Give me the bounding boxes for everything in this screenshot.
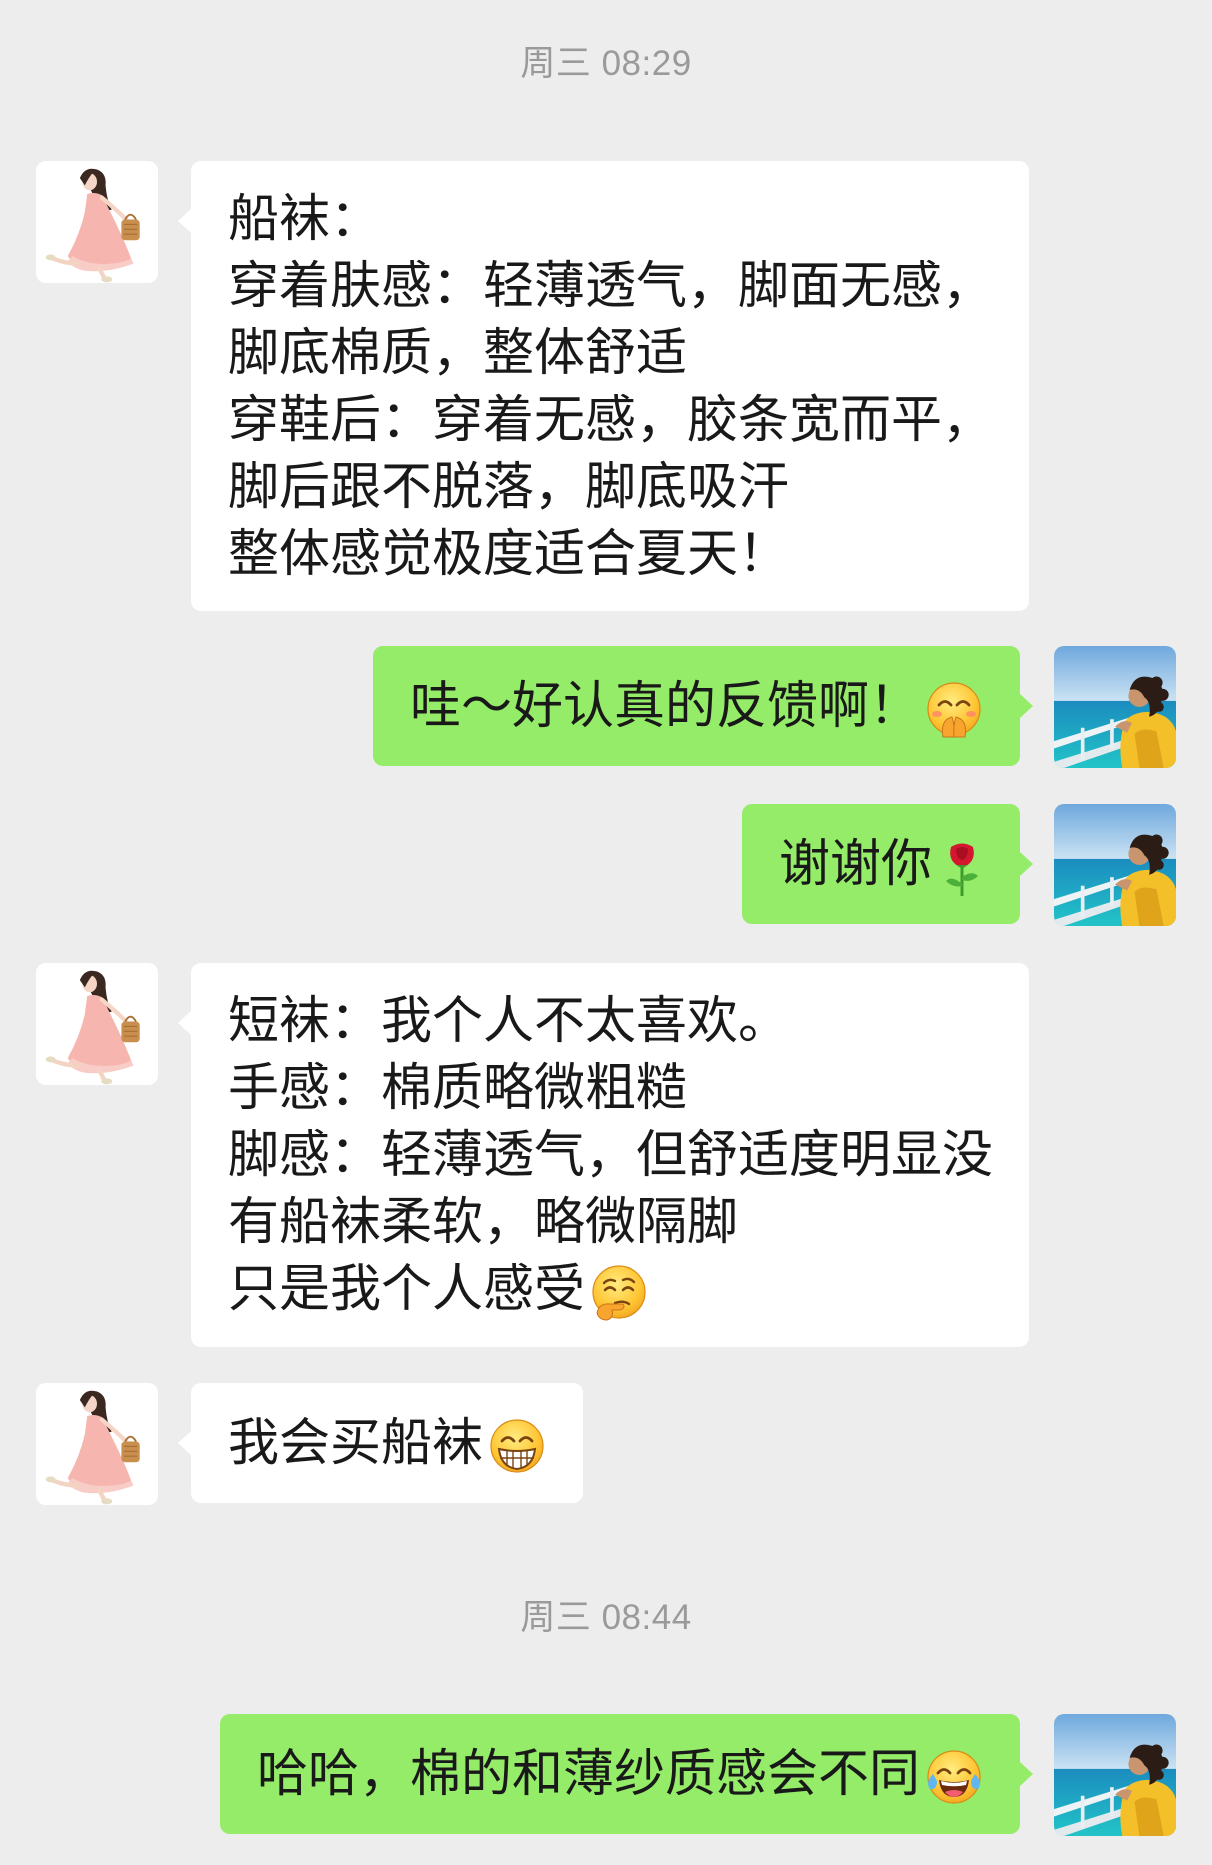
my-avatar[interactable] [1054,646,1176,768]
message-line: 穿鞋后：穿着无感，胶条宽而平， [228,391,994,448]
message-text: 哇～好认真的反馈啊！ [409,677,920,735]
message-text: 谢谢你 [778,835,932,893]
message-line: 船袜： [228,190,382,247]
message-line: 脚后跟不脱落，脚底吸汗 [228,458,790,515]
message-text: 我会买船袜 [228,1414,484,1472]
message-line: 有船袜柔软，略微隔脚 [228,1193,739,1250]
message-line: 手感：棉质略微粗糙 [228,1059,688,1116]
contact-avatar[interactable] [36,1383,158,1505]
message-bubble[interactable]: 短袜：我个人不太喜欢。 手感：棉质略微粗糙 脚感：轻薄透气，但舒适度明显没 有船… [177,963,1030,1347]
message-text: 哈哈，棉的和薄纱质感会不同 [256,1745,920,1803]
contact-avatar[interactable] [36,963,158,1085]
message-bubble[interactable]: 哈哈，棉的和薄纱质感会不同 [219,1714,1034,1834]
message-line: 我会买船袜 [228,1409,547,1477]
message-bubble[interactable]: 谢谢你 [741,804,1034,924]
grinning-face-emoji-icon [490,1419,544,1473]
message-line: 穿着肤感：轻薄透气，脚面无感， [228,257,994,314]
message-line: 谢谢你 [779,830,984,898]
message-bubble[interactable]: 哇～好认真的反馈啊！ [372,646,1034,766]
message-bubble[interactable]: 我会买船袜 [177,1383,584,1503]
rose-emoji-icon [946,843,978,896]
thinking-face-emoji-icon [592,1264,646,1321]
hand-over-mouth-emoji-icon [927,682,981,738]
timestamp: 周三 08:29 [520,44,692,83]
message-text: 只是我个人感受 [228,1260,586,1317]
chat-view: 周三 08:29 船袜： 穿着肤感：轻薄透气，脚面无感， 脚底棉质，整体舒适 穿… [0,0,1212,1865]
message-bubble[interactable]: 船袜： 穿着肤感：轻薄透气，脚面无感， 脚底棉质，整体舒适 穿鞋后：穿着无感，胶… [177,161,1030,611]
message-line: 哇～好认真的反馈啊！ [410,672,984,740]
message-line: 短袜：我个人不太喜欢。 [228,992,790,1049]
my-avatar[interactable] [1054,804,1176,926]
message-line: 脚底棉质，整体舒适 [228,324,688,381]
tears-of-joy-emoji-icon [927,1750,981,1804]
message-line: 哈哈，棉的和薄纱质感会不同 [257,1740,984,1808]
my-avatar[interactable] [1054,1714,1176,1836]
message-line: 整体感觉极度适合夏天！ [228,525,790,582]
message-line: 只是我个人感受 [228,1255,993,1323]
timestamp: 周三 08:44 [520,1598,692,1637]
contact-avatar[interactable] [36,161,158,283]
message-line: 脚感：轻薄透气，但舒适度明显没 [228,1126,994,1183]
